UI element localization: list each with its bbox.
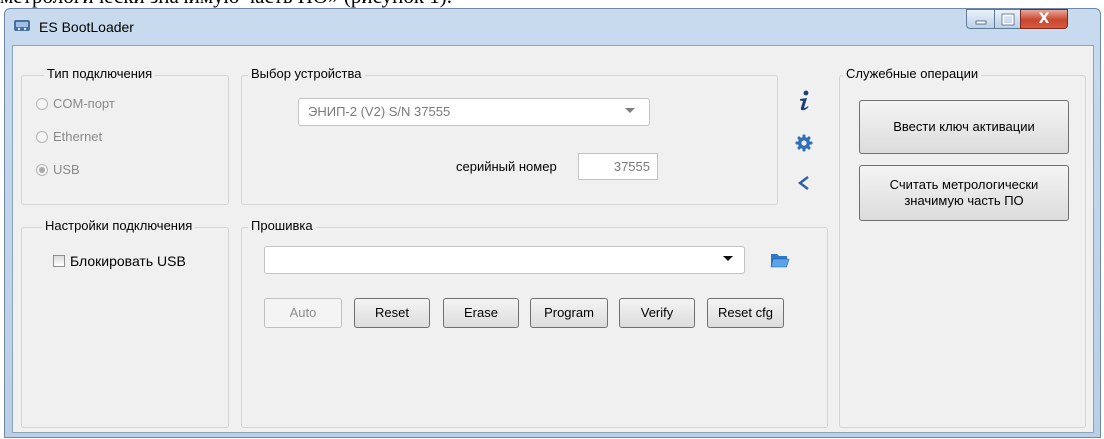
connection-settings-label: Настройки подключения [42, 218, 196, 233]
app-window: ES BootLoader X Тип подключения COM-порт [4, 8, 1101, 438]
serial-number-label: серийный номер [456, 159, 557, 174]
radio-label: Ethernet [53, 129, 103, 144]
program-button[interactable]: Program [530, 298, 608, 328]
minimize-button[interactable] [966, 9, 994, 29]
service-operations-label: Служебные операции [843, 66, 982, 81]
firmware-group: Прошивка Auto Reset Erase Program Verify… [241, 218, 828, 428]
folder-open-icon[interactable] [770, 251, 790, 269]
chevron-down-icon [625, 108, 635, 113]
title-bar[interactable]: ES BootLoader X [5, 9, 1100, 45]
client-area: Тип подключения COM-порт Ethernet USB На… [12, 45, 1094, 433]
read-metrology-label-line1: Считать метрологически [889, 177, 1039, 193]
radio-label: COM-порт [53, 96, 115, 111]
minimize-icon [975, 20, 987, 25]
gear-icon[interactable] [795, 134, 813, 152]
close-button[interactable]: X [1020, 9, 1068, 29]
chevron-down-icon [723, 256, 733, 261]
connection-type-label: Тип подключения [44, 66, 156, 81]
connection-type-group: Тип подключения COM-порт Ethernet USB [21, 66, 229, 205]
erase-button[interactable]: Erase [443, 298, 519, 328]
read-metrology-part-button[interactable]: Считать метрологически значимую часть ПО [859, 165, 1069, 221]
read-metrology-label-line2: значимую часть ПО [904, 193, 1024, 208]
app-icon [14, 20, 30, 31]
chevron-left-icon[interactable] [798, 176, 810, 190]
radio-icon [36, 97, 48, 110]
checkbox-icon [53, 255, 65, 267]
device-selection-group: Выбор устройства ЭНИП-2 (V2) S/N 37555 с… [241, 66, 778, 205]
service-operations-group: Служебные операции Ввести ключ активации… [839, 66, 1086, 428]
device-selection-label: Выбор устройства [248, 66, 365, 81]
maximize-button[interactable] [994, 9, 1020, 29]
radio-ethernet[interactable]: Ethernet [36, 129, 102, 144]
radio-icon [36, 130, 48, 143]
info-icon[interactable] [796, 90, 812, 112]
block-usb-label: Блокировать USB [70, 253, 186, 269]
close-icon: X [1038, 11, 1050, 27]
auto-button[interactable]: Auto [264, 298, 342, 328]
verify-button[interactable]: Verify [619, 298, 695, 328]
radio-label: USB [53, 162, 80, 177]
radio-usb[interactable]: USB [36, 162, 80, 177]
reset-cfg-button[interactable]: Reset cfg [707, 298, 784, 328]
serial-number-field[interactable]: 37555 [578, 153, 658, 180]
enter-activation-key-button[interactable]: Ввести ключ активации [859, 100, 1069, 154]
block-usb-checkbox[interactable]: Блокировать USB [53, 253, 186, 269]
radio-selected-icon [36, 163, 48, 176]
maximize-icon [1001, 13, 1015, 26]
radio-com-port[interactable]: COM-порт [36, 96, 115, 111]
firmware-label: Прошивка [248, 218, 316, 233]
firmware-file-select[interactable] [264, 246, 745, 274]
device-select-value: ЭНИП-2 (V2) S/N 37555 [308, 104, 451, 119]
window-title: ES BootLoader [39, 19, 134, 35]
reset-button[interactable]: Reset [354, 298, 430, 328]
device-select[interactable]: ЭНИП-2 (V2) S/N 37555 [298, 98, 650, 126]
connection-settings-group: Настройки подключения Блокировать USB [21, 218, 229, 428]
